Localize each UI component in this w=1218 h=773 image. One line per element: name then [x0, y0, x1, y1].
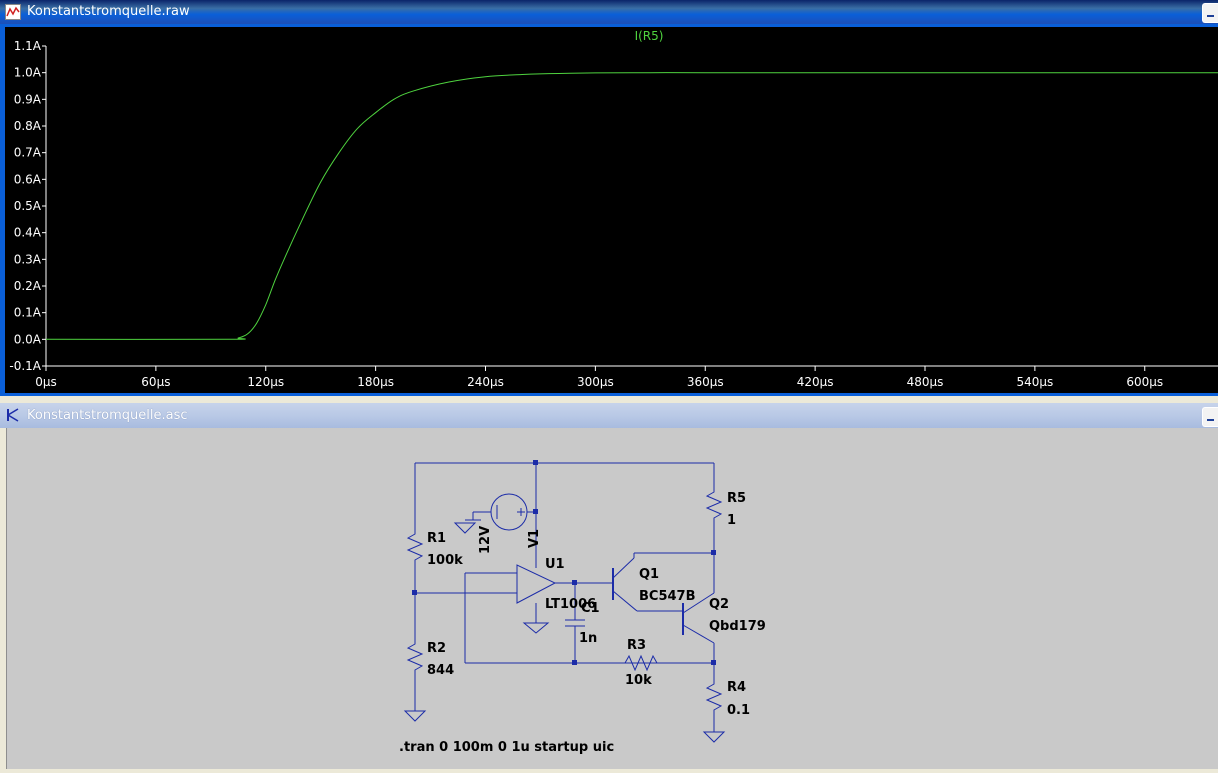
- junction: [711, 550, 716, 555]
- plot-window-titlebar[interactable]: Konstantstromquelle.raw: [0, 0, 1218, 24]
- u1-name[interactable]: U1: [545, 557, 565, 572]
- y-tick-label: 0.4A: [14, 226, 42, 240]
- r3-name[interactable]: R3: [627, 638, 646, 653]
- schematic-window-title: Konstantstromquelle.asc: [27, 408, 188, 423]
- y-tick-label: 0.6A: [14, 172, 42, 186]
- y-tick-label: 0.5A: [14, 199, 42, 213]
- q2-value[interactable]: Qbd179: [709, 619, 766, 634]
- x-tick-label: 60µs: [141, 375, 170, 389]
- r5-name[interactable]: R5: [727, 491, 746, 506]
- resistor-r1[interactable]: [406, 528, 424, 566]
- r5-value[interactable]: 1: [727, 513, 736, 528]
- r2-name[interactable]: R2: [427, 641, 446, 656]
- r4-name[interactable]: R4: [727, 680, 746, 695]
- x-axis: 0µs 60µs 120µs 180µs 240µs 300µs 360µs 420µs 480…: [35, 365, 1218, 389]
- resistor-r5[interactable]: [705, 486, 723, 524]
- ground-icon: [702, 731, 726, 743]
- schematic-drawing[interactable]: R1 100k R2 844 R5 1 R3 10k R4 0.1 C1 1n …: [7, 428, 1218, 769]
- junction: [572, 660, 577, 665]
- x-tick-label: 600µs: [1126, 375, 1163, 389]
- y-tick-label: 1.1A: [14, 39, 42, 53]
- v1-value[interactable]: 12V: [478, 526, 493, 554]
- y-tick-label: 1.0A: [14, 66, 42, 80]
- ground-icon: [453, 522, 477, 534]
- x-tick-label: 240µs: [467, 375, 504, 389]
- u1-value[interactable]: LT1006: [545, 597, 596, 612]
- y-tick-label: 0.1A: [14, 306, 42, 320]
- plot-minimize-button[interactable]: [1202, 3, 1218, 23]
- x-tick-label: 420µs: [797, 375, 834, 389]
- r3-value[interactable]: 10k: [625, 673, 652, 688]
- q1-value[interactable]: BC547B: [639, 589, 696, 604]
- r2-value[interactable]: 844: [427, 663, 454, 678]
- y-tick-label: 0.2A: [14, 279, 42, 293]
- trace-label[interactable]: I(R5): [635, 29, 664, 43]
- schematic-canvas[interactable]: R1 100k R2 844 R5 1 R3 10k R4 0.1 C1 1n …: [6, 428, 1218, 769]
- waveform-chart[interactable]: 1.1A 1.0A 0.9A 0.8A 0.7A 0.6A 0.5A 0.4A 0.3A 0.2A…: [5, 27, 1218, 393]
- q1-name[interactable]: Q1: [639, 567, 659, 582]
- ground-icon: [522, 622, 550, 634]
- c1-value[interactable]: 1n: [579, 631, 597, 646]
- y-tick-label: -0.1A: [9, 359, 41, 373]
- q2-name[interactable]: Q2: [709, 597, 729, 612]
- wire: [612, 557, 635, 579]
- x-tick-label: 540µs: [1016, 375, 1053, 389]
- y-tick-label: 0.8A: [14, 119, 42, 133]
- r1-name[interactable]: R1: [427, 531, 446, 546]
- y-tick-label: 0.3A: [14, 252, 42, 266]
- junction: [711, 660, 716, 665]
- x-tick-label: 0µs: [35, 375, 57, 389]
- plot-window-frame: 1.1A 1.0A 0.9A 0.8A 0.7A 0.6A 0.5A 0.4A 0.3A 0.2A…: [0, 24, 1218, 396]
- r1-value[interactable]: 100k: [427, 553, 463, 568]
- trace-i-r5[interactable]: [45, 72, 1218, 340]
- r4-value[interactable]: 0.1: [727, 703, 750, 718]
- junction: [572, 580, 577, 585]
- junction: [533, 460, 538, 465]
- spice-directive[interactable]: .tran 0 100m 0 1u startup uic: [399, 740, 614, 755]
- resistor-r4[interactable]: [705, 678, 723, 716]
- transistor-icon: [7, 408, 19, 422]
- waveform-plot[interactable]: 1.1A 1.0A 0.9A 0.8A 0.7A 0.6A 0.5A 0.4A 0.3A 0.2A…: [5, 27, 1218, 393]
- ground-icon: [403, 710, 427, 722]
- junction: [412, 590, 417, 595]
- plot-window-title: Konstantstromquelle.raw: [27, 4, 190, 19]
- junction: [533, 509, 538, 514]
- x-tick-label: 120µs: [247, 375, 284, 389]
- v1-name[interactable]: V1: [527, 529, 542, 548]
- x-tick-label: 300µs: [577, 375, 614, 389]
- y-tick-label: 0.9A: [14, 92, 42, 106]
- wire: [612, 590, 638, 612]
- y-tick-label: 0.0A: [14, 332, 42, 346]
- waveform-icon: [5, 4, 21, 20]
- y-axis: 1.1A 1.0A 0.9A 0.8A 0.7A 0.6A 0.5A 0.4A 0.3A 0.2A…: [9, 39, 47, 373]
- schematic-minimize-button[interactable]: [1202, 407, 1218, 427]
- x-tick-label: 360µs: [687, 375, 724, 389]
- y-tick-label: 0.7A: [14, 146, 42, 160]
- resistor-r2[interactable]: [406, 638, 424, 676]
- x-tick-label: 180µs: [357, 375, 394, 389]
- schematic-window-titlebar[interactable]: Konstantstromquelle.asc: [0, 403, 1218, 428]
- x-tick-label: 480µs: [907, 375, 944, 389]
